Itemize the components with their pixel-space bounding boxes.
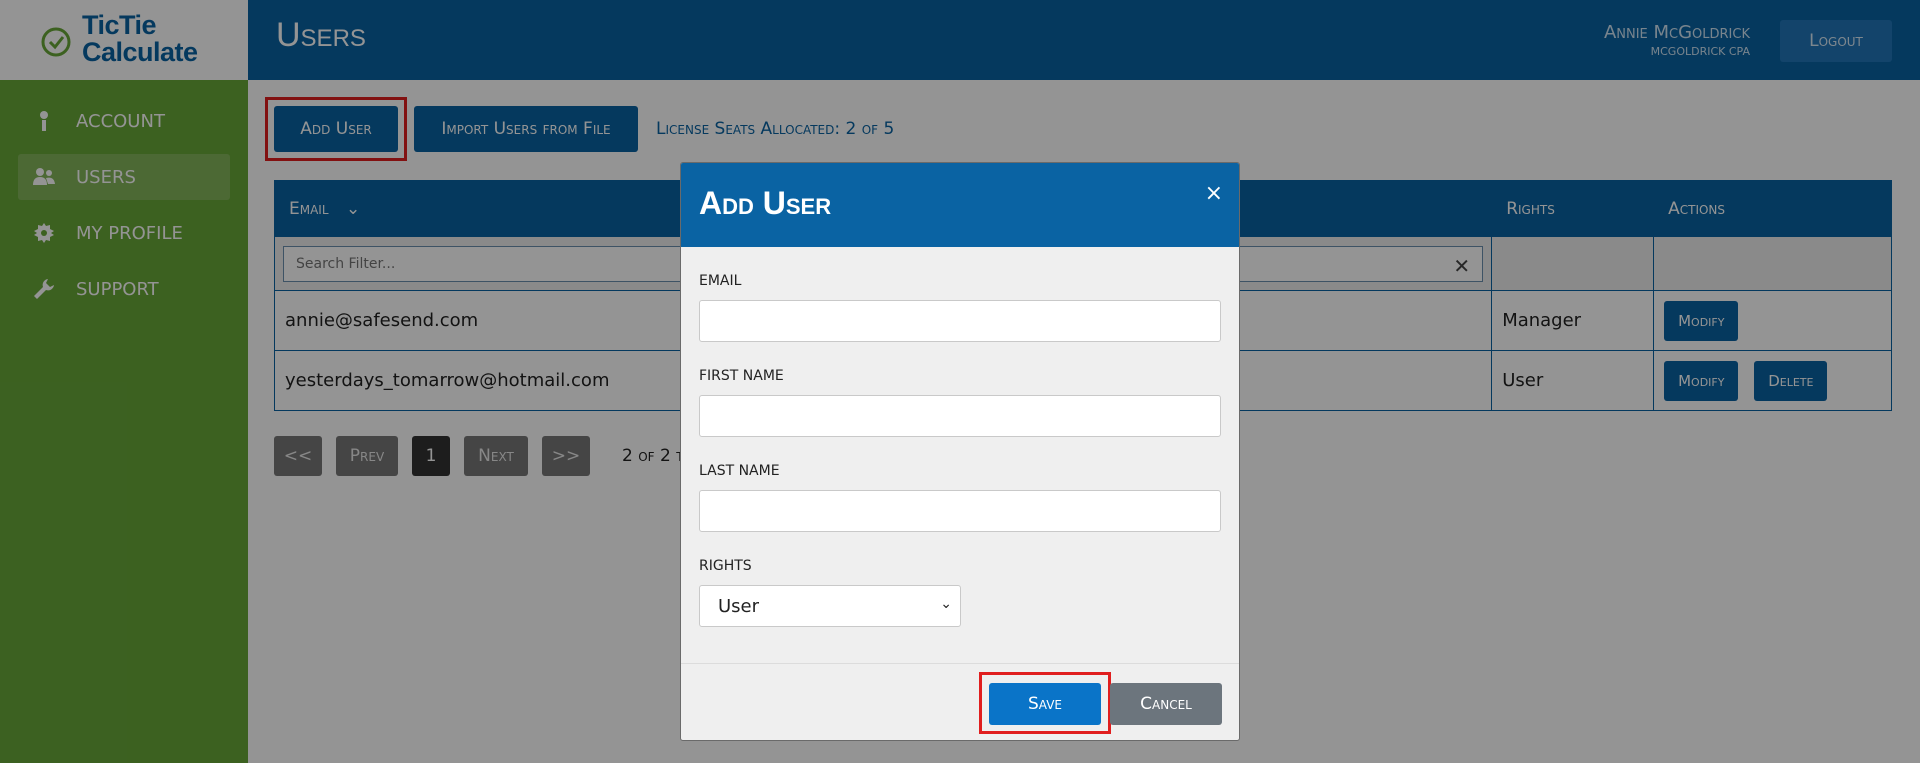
modal-header: Add User × (681, 163, 1239, 247)
modal-footer: Save Cancel (681, 663, 1239, 740)
email-field[interactable] (699, 300, 1221, 342)
close-icon[interactable]: × (1205, 181, 1223, 206)
chevron-down-icon: ⌄ (940, 596, 952, 612)
rights-select[interactable]: User ⌄ (699, 585, 961, 627)
first-name-field[interactable] (699, 395, 1221, 437)
first-name-label: FIRST NAME (699, 368, 784, 384)
email-label: EMAIL (699, 273, 742, 289)
cancel-button[interactable]: Cancel (1110, 683, 1222, 725)
add-user-modal: Add User × EMAIL FIRST NAME LAST NAME RI… (680, 162, 1240, 741)
last-name-field[interactable] (699, 490, 1221, 532)
save-button[interactable]: Save (989, 683, 1101, 725)
modal-title: Add User (699, 185, 832, 221)
rights-label: RIGHTS (699, 558, 752, 574)
rights-selected-value: User (718, 595, 760, 617)
last-name-label: LAST NAME (699, 463, 780, 479)
